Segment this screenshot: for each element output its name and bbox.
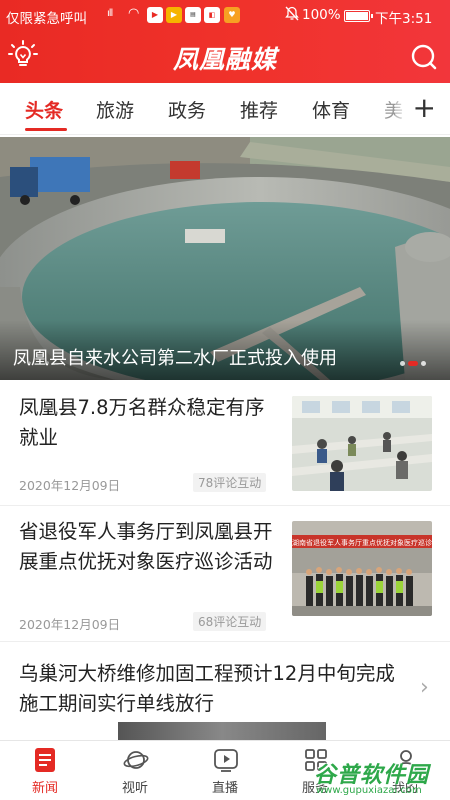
add-tab-button[interactable]: + (395, 83, 450, 134)
tab-travel[interactable]: 旅游 (96, 96, 134, 123)
carousel-dot[interactable] (421, 361, 426, 366)
nav-video[interactable]: 视听 (90, 741, 180, 800)
search-icon[interactable] (410, 43, 438, 71)
news-icon (35, 748, 55, 772)
brand-title: 凤凰融媒 (172, 45, 277, 74)
carousel-dot[interactable] (400, 361, 405, 366)
plus-icon: + (412, 91, 436, 124)
news-item[interactable]: 省退役军人事务厅到凤凰县开展重点优抚对象医疗巡诊活动 2020年12月09日 6… (0, 506, 450, 642)
carousel-dot-active[interactable] (408, 361, 418, 366)
category-tabs: 头条 旅游 政务 推荐 体育 美 + (0, 83, 450, 135)
app-notification-icon: ◧ (204, 7, 220, 23)
clock: 下午3:51 (375, 11, 433, 27)
app-notification-icon: ▶ (166, 7, 182, 23)
comment-count-badge: 68评论互动 (193, 612, 267, 631)
nav-label: 直播 (211, 781, 238, 796)
active-tab-indicator (25, 128, 67, 131)
battery-percent: 100% (302, 7, 341, 23)
wifi-icon: ◠ (128, 6, 140, 21)
status-bar: 仅限紧急呼叫 ıll ◠ ▶ ▶ ▤ ◧ ♥ 100% 下午3:51 (0, 0, 450, 30)
battery-icon (344, 10, 373, 22)
app-notification-icon: ▶ (147, 7, 163, 23)
news-thumbnail-partial (118, 722, 326, 740)
signal-icon: ıll (107, 8, 113, 19)
news-thumbnail (292, 396, 432, 491)
banner-caption[interactable]: 凤凰县自来水公司第二水厂正式投入使用 (13, 344, 393, 370)
nav-label: 视听 (121, 781, 148, 796)
news-date: 2020年12月09日 (19, 478, 121, 493)
news-item[interactable]: 凤凰县7.8万名群众稳定有序就业 2020年12月09日 78评论互动 (0, 380, 450, 506)
news-title[interactable]: 乌巢河大桥维修加固工程预计12月中旬完成 施工期间实行单线放行 (19, 659, 419, 719)
news-title[interactable]: 凤凰县7.8万名群众稳定有序就业 (19, 393, 279, 453)
tab-government[interactable]: 政务 (168, 96, 206, 123)
nav-news[interactable]: 新闻 (0, 741, 90, 800)
nav-label: 新闻 (31, 781, 58, 796)
nav-live[interactable]: 直播 (180, 741, 270, 800)
carousel-dots (400, 353, 429, 372)
mute-bell-icon (285, 6, 299, 25)
app-header: 仅限紧急呼叫 ıll ◠ ▶ ▶ ▤ ◧ ♥ 100% 下午3:51 凤凰融媒 (0, 0, 450, 83)
tab-headlines[interactable]: 头条 (25, 96, 63, 123)
comment-count-badge: 78评论互动 (193, 473, 267, 492)
news-thumbnail: 湖南省退役军人事务厅重点优抚对象医疗巡诊 (292, 521, 432, 616)
app-notification-icon: ▤ (185, 7, 201, 23)
tab-recommend[interactable]: 推荐 (240, 96, 278, 123)
planet-icon (123, 751, 149, 769)
watermark-url: www.gupuxiazai.com (316, 785, 422, 796)
news-title[interactable]: 省退役军人事务厅到凤凰县开展重点优抚对象医疗巡诊活动 (19, 517, 279, 577)
carrier-text: 仅限紧急呼叫 (6, 11, 87, 27)
news-date: 2020年12月09日 (19, 617, 121, 632)
brand-bar: 凤凰融媒 (0, 30, 450, 83)
site-watermark: 谷普软件园 www.gupuxiazai.com (310, 757, 450, 800)
tab-sports[interactable]: 体育 (312, 96, 350, 123)
banner-carousel[interactable]: 凤凰县自来水公司第二水厂正式投入使用 (0, 137, 450, 380)
play-icon (214, 749, 238, 772)
chevron-right-icon[interactable]: › (420, 675, 429, 700)
app-notification-icon: ♥ (224, 7, 240, 23)
thumb-banner-text: 湖南省退役军人事务厅重点优抚对象医疗巡诊 (292, 538, 432, 547)
